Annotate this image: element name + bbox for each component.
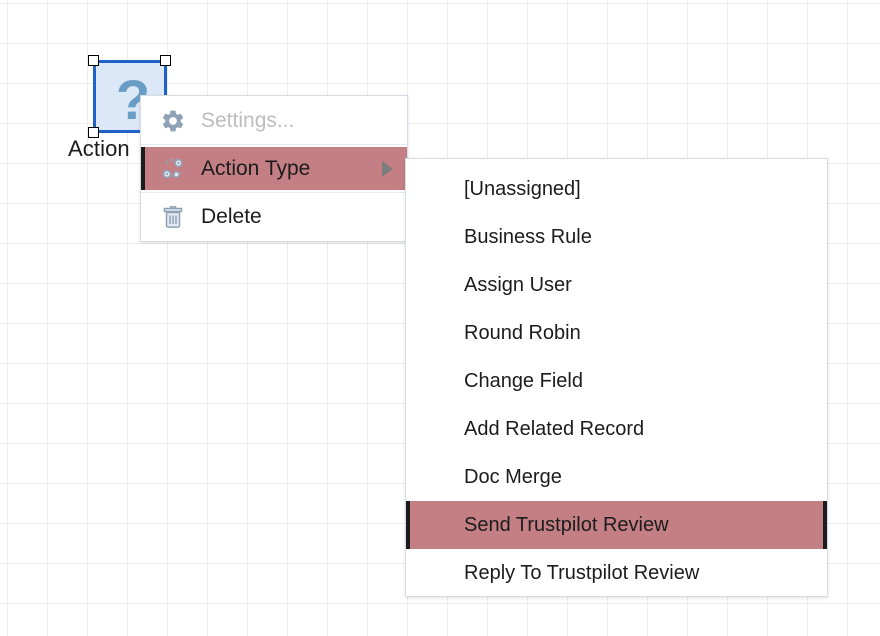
menu-item-action-type-label: Action Type [201,156,311,180]
submenu-item-send-trustpilot-review[interactable]: Send Trustpilot Review [406,501,827,549]
gear-icon [153,108,193,134]
chevron-right-icon [382,160,393,177]
submenu-item-unassigned[interactable]: [Unassigned] [406,165,827,213]
submenu-item-add-related-record[interactable]: Add Related Record [406,405,827,453]
submenu-item-label: Send Trustpilot Review [464,513,669,536]
submenu-item-label: Assign User [464,273,572,296]
submenu-item-change-field[interactable]: Change Field [406,357,827,405]
menu-item-settings-label: Settings... [201,108,295,132]
submenu-item-label: Reply To Trustpilot Review [464,561,700,584]
trash-icon [153,204,193,230]
submenu-item-round-robin[interactable]: Round Robin [406,309,827,357]
submenu-item-label: Doc Merge [464,465,562,488]
node-label: Action [68,136,130,161]
menu-item-settings[interactable]: Settings... [141,99,407,142]
menu-separator [141,144,407,145]
resize-handle-bottom-left[interactable] [88,127,99,138]
menu-separator [141,192,407,193]
submenu-item-doc-merge[interactable]: Doc Merge [406,453,827,501]
menu-item-delete-label: Delete [201,204,262,228]
menu-item-action-type[interactable]: Action Type [141,147,407,190]
submenu-item-label: Change Field [464,369,583,392]
submenu-item-assign-user[interactable]: Assign User [406,261,827,309]
submenu-item-label: Add Related Record [464,417,645,440]
menu-item-delete[interactable]: Delete [141,195,407,238]
submenu-item-label: [Unassigned] [464,177,581,200]
resize-handle-top-right[interactable] [160,55,171,66]
submenu-item-business-rule[interactable]: Business Rule [406,213,827,261]
action-type-submenu[interactable]: [Unassigned] Business Rule Assign User R… [405,158,828,597]
action-type-icon [153,156,193,182]
context-menu[interactable]: Settings... Action Type Delete [140,95,408,242]
submenu-item-label: Business Rule [464,225,592,248]
submenu-item-reply-to-trustpilot-review[interactable]: Reply To Trustpilot Review [406,549,827,597]
submenu-item-label: Round Robin [464,321,581,344]
resize-handle-top-left[interactable] [88,55,99,66]
